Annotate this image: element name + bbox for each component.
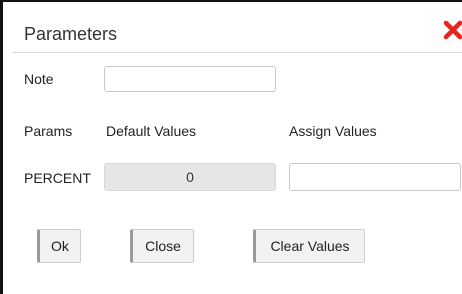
param-name-percent: PERCENT xyxy=(24,170,91,186)
close-button[interactable]: Close xyxy=(130,229,194,263)
clear-values-button[interactable]: Clear Values xyxy=(253,229,365,263)
close-x-icon[interactable] xyxy=(442,19,462,41)
note-field[interactable] xyxy=(104,66,276,92)
parameters-dialog: Parameters Note Params Default Values As… xyxy=(0,0,462,294)
default-values-column-header: Default Values xyxy=(106,123,197,139)
assign-values-column-header: Assign Values xyxy=(289,123,377,139)
params-column-header: Params xyxy=(24,123,73,139)
default-value-percent: 0 xyxy=(104,163,276,191)
assign-value-percent-field[interactable] xyxy=(289,163,461,191)
ok-button[interactable]: Ok xyxy=(37,229,81,263)
dialog-title: Parameters xyxy=(24,24,118,44)
title-divider xyxy=(13,52,462,53)
note-label: Note xyxy=(24,71,54,87)
